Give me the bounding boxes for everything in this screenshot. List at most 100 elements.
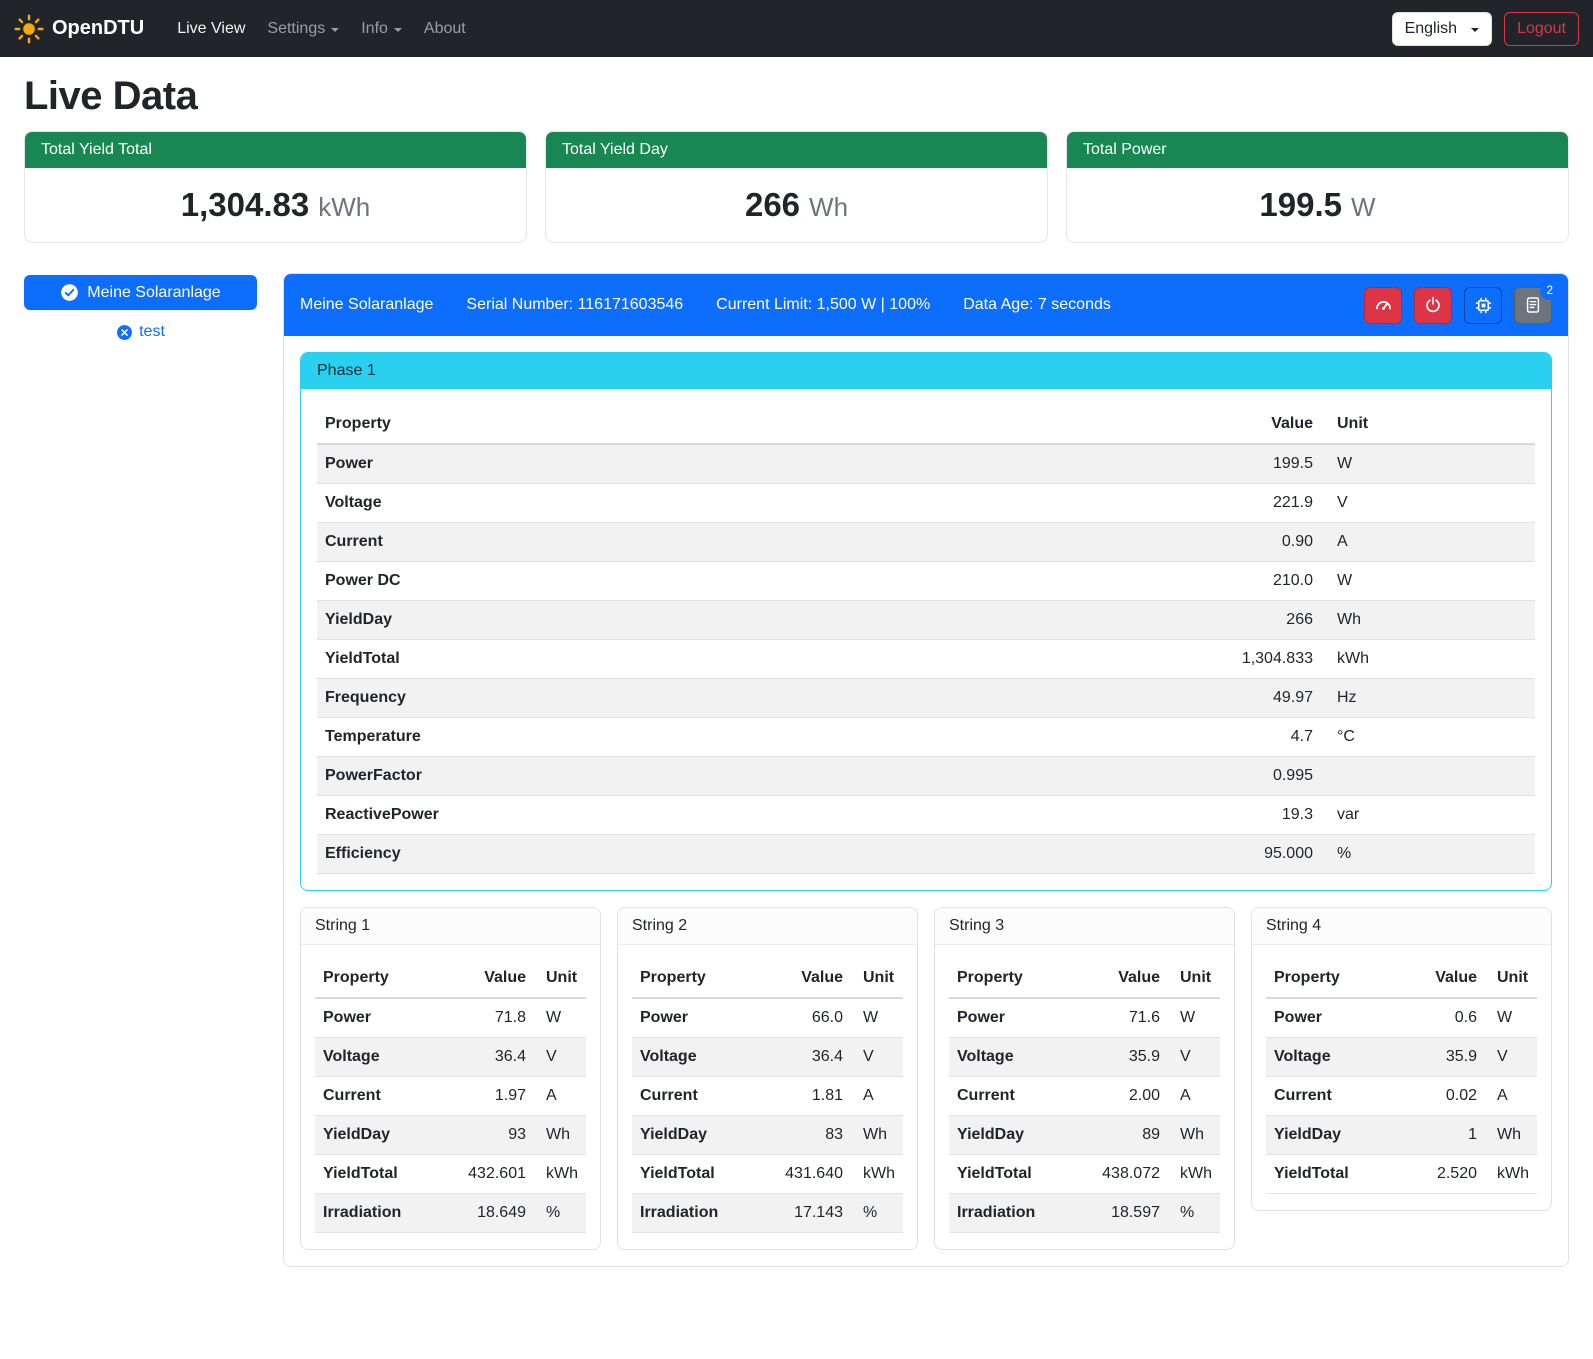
col-value: Value bbox=[767, 959, 851, 998]
row-unit: % bbox=[534, 1194, 586, 1233]
row-unit: W bbox=[1321, 444, 1535, 484]
row-unit: % bbox=[1321, 835, 1535, 874]
col-unit: Unit bbox=[1168, 959, 1220, 998]
table-row: YieldTotal 1,304.833 kWh bbox=[317, 640, 1535, 679]
event-log-button[interactable]: 2 bbox=[1514, 287, 1552, 324]
row-property: Irradiation bbox=[949, 1194, 1084, 1233]
row-property: YieldTotal bbox=[315, 1155, 450, 1194]
row-unit: V bbox=[534, 1038, 586, 1077]
row-value: 438.072 bbox=[1084, 1155, 1168, 1194]
table-row: Irradiation 18.597 % bbox=[949, 1194, 1220, 1233]
row-value: 17.143 bbox=[767, 1194, 851, 1233]
table-row: Irradiation 17.143 % bbox=[632, 1194, 903, 1233]
row-property: Voltage bbox=[1266, 1038, 1401, 1077]
col-unit: Unit bbox=[851, 959, 903, 998]
row-property: YieldDay bbox=[632, 1116, 767, 1155]
language-value: English bbox=[1405, 20, 1457, 38]
row-value: 0.02 bbox=[1401, 1077, 1485, 1116]
col-value: Value bbox=[450, 959, 534, 998]
limit-settings-button[interactable] bbox=[1364, 287, 1402, 324]
language-select[interactable]: English bbox=[1392, 12, 1492, 46]
col-value: Value bbox=[1181, 405, 1321, 444]
row-property: YieldDay bbox=[315, 1116, 450, 1155]
row-property: YieldTotal bbox=[317, 640, 1181, 679]
device-info-button[interactable] bbox=[1464, 287, 1502, 324]
chevron-down-icon bbox=[331, 28, 339, 32]
table-row: Power 0.6 W bbox=[1266, 998, 1537, 1038]
event-count-badge: 2 bbox=[1540, 280, 1559, 300]
inverter-actions: 2 bbox=[1364, 287, 1552, 324]
row-unit: Wh bbox=[1168, 1116, 1220, 1155]
table-header-row: Property Value Unit bbox=[949, 959, 1220, 998]
row-value: 71.8 bbox=[450, 998, 534, 1038]
row-value: 93 bbox=[450, 1116, 534, 1155]
table-header-row: Property Value Unit bbox=[1266, 959, 1537, 998]
row-property: YieldTotal bbox=[1266, 1155, 1401, 1194]
row-unit: kWh bbox=[534, 1155, 586, 1194]
row-property: Current bbox=[317, 523, 1181, 562]
table-row: Voltage 36.4 V bbox=[315, 1038, 586, 1077]
table-row: Power 71.8 W bbox=[315, 998, 586, 1038]
string-title: String 4 bbox=[1252, 908, 1551, 945]
col-property: Property bbox=[632, 959, 767, 998]
card-total-yield-day: Total Yield Day 266Wh bbox=[545, 131, 1048, 243]
nav-settings[interactable]: Settings bbox=[256, 12, 350, 46]
string-card-3: String 3 Property Value Unit bbox=[934, 907, 1235, 1250]
card-title: Total Yield Day bbox=[546, 132, 1047, 168]
table-row: Current 0.90 A bbox=[317, 523, 1535, 562]
row-property: Irradiation bbox=[632, 1194, 767, 1233]
table-row: Current 2.00 A bbox=[949, 1077, 1220, 1116]
row-property: Voltage bbox=[317, 484, 1181, 523]
row-property: ReactivePower bbox=[317, 796, 1181, 835]
col-unit: Unit bbox=[1321, 405, 1535, 444]
power-icon bbox=[1424, 296, 1442, 314]
row-unit: °C bbox=[1321, 718, 1535, 757]
row-unit: % bbox=[851, 1194, 903, 1233]
table-row: Voltage 35.9 V bbox=[949, 1038, 1220, 1077]
nav-info-label: Info bbox=[361, 20, 388, 38]
logout-button[interactable]: Logout bbox=[1504, 12, 1579, 46]
row-property: Current bbox=[315, 1077, 450, 1116]
table-row: YieldTotal 431.640 kWh bbox=[632, 1155, 903, 1194]
table-row: YieldTotal 438.072 kWh bbox=[949, 1155, 1220, 1194]
table-row: YieldDay 83 Wh bbox=[632, 1116, 903, 1155]
row-unit: W bbox=[851, 998, 903, 1038]
row-unit: A bbox=[1485, 1077, 1537, 1116]
row-unit: A bbox=[851, 1077, 903, 1116]
table-header-row: Property Value Unit bbox=[632, 959, 903, 998]
col-unit: Unit bbox=[1485, 959, 1537, 998]
row-value: 1.81 bbox=[767, 1077, 851, 1116]
row-property: Irradiation bbox=[315, 1194, 450, 1233]
row-value: 199.5 bbox=[1181, 444, 1321, 484]
table-row: Temperature 4.7 °C bbox=[317, 718, 1535, 757]
nav-right: English Logout bbox=[1392, 12, 1579, 46]
page-title: Live Data bbox=[24, 74, 1569, 119]
card-total-power: Total Power 199.5W bbox=[1066, 131, 1569, 243]
row-property: Efficiency bbox=[317, 835, 1181, 874]
table-row: Efficiency 95.000 % bbox=[317, 835, 1535, 874]
table-row: YieldDay 266 Wh bbox=[317, 601, 1535, 640]
brand[interactable]: OpenDTU bbox=[14, 14, 144, 44]
inverter-select-button[interactable]: Meine Solaranlage bbox=[24, 275, 257, 310]
card-title: Total Yield Total bbox=[25, 132, 526, 168]
row-unit: Wh bbox=[1321, 601, 1535, 640]
row-unit: Wh bbox=[534, 1116, 586, 1155]
table-row: Power 66.0 W bbox=[632, 998, 903, 1038]
row-value: 432.601 bbox=[450, 1155, 534, 1194]
nav-live-view[interactable]: Live View bbox=[166, 12, 256, 46]
power-button[interactable] bbox=[1414, 287, 1452, 324]
row-value: 1,304.833 bbox=[1181, 640, 1321, 679]
card-total-yield-total: Total Yield Total 1,304.83kWh bbox=[24, 131, 527, 243]
nav-info[interactable]: Info bbox=[350, 12, 413, 46]
row-value: 210.0 bbox=[1181, 562, 1321, 601]
sidebar-item-test[interactable]: test bbox=[24, 323, 257, 341]
card-unit: W bbox=[1351, 192, 1376, 222]
string-table: Property Value Unit Power bbox=[949, 959, 1220, 1233]
row-unit: Wh bbox=[1485, 1116, 1537, 1155]
row-value: 431.640 bbox=[767, 1155, 851, 1194]
card-unit: kWh bbox=[318, 192, 370, 222]
string-title: String 2 bbox=[618, 908, 917, 945]
table-row: YieldDay 1 Wh bbox=[1266, 1116, 1537, 1155]
row-property: Power DC bbox=[317, 562, 1181, 601]
nav-about[interactable]: About bbox=[413, 12, 477, 46]
